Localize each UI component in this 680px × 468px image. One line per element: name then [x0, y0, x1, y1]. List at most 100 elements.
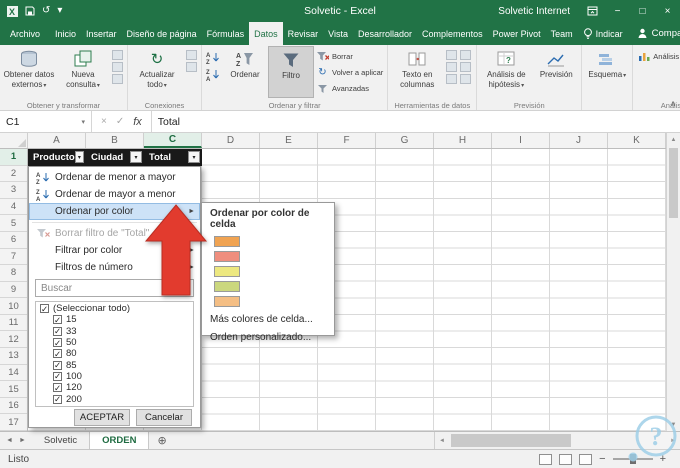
insert-function-icon[interactable]: fx — [133, 116, 142, 128]
filter-button[interactable]: Filtro — [268, 46, 314, 98]
page-layout-view-icon[interactable] — [559, 453, 573, 465]
column-header-i[interactable]: I — [492, 133, 550, 148]
text-to-columns-button[interactable]: Texto en columnas — [390, 46, 444, 98]
sheet-next-icon[interactable]: ► — [19, 437, 26, 444]
filter-value-item[interactable]: ✓ 80 — [36, 348, 193, 359]
flash-fill-icon[interactable] — [446, 50, 458, 60]
checkbox-checked[interactable]: ✓ — [53, 360, 62, 370]
column-header-f[interactable]: F — [318, 133, 376, 148]
relationships-icon[interactable] — [446, 74, 458, 84]
color-swatch-item-4[interactable] — [202, 279, 334, 294]
row-header-14[interactable]: 14 — [0, 365, 27, 382]
row-header-10[interactable]: 10 — [0, 298, 27, 315]
checkbox-checked[interactable]: ✓ — [53, 338, 62, 348]
checkbox-checked[interactable]: ✓ — [53, 394, 62, 404]
qat-customize-icon[interactable]: ▾ — [57, 6, 62, 16]
filter-value-item[interactable]: ✓ 50 — [36, 337, 193, 348]
row-header-13[interactable]: 13 — [0, 348, 27, 365]
column-header-h[interactable]: H — [434, 133, 492, 148]
column-header-k[interactable]: K — [608, 133, 666, 148]
filter-dropdown-button-a1[interactable]: ▾ — [74, 151, 84, 164]
color-swatch-item-2[interactable] — [202, 249, 334, 264]
refresh-all-button[interactable]: ↻ Actualizar todo▾ — [130, 46, 184, 98]
scroll-left-icon[interactable]: ◄ — [439, 432, 445, 449]
filter-dropdown-button-c1[interactable]: ▾ — [188, 151, 200, 164]
sheet-tab-orden[interactable]: ORDEN — [90, 432, 150, 449]
filter-value-item[interactable]: ✓ 15 — [36, 314, 193, 325]
scroll-up-icon[interactable]: ▲ — [667, 133, 680, 146]
more-cell-colors-item[interactable]: Más colores de celda... — [202, 311, 334, 327]
row-header-12[interactable]: 12 — [0, 331, 27, 349]
tab-complementos[interactable]: Complementos — [417, 22, 488, 45]
row-header-4[interactable]: 4 — [0, 199, 27, 216]
tell-me-button[interactable]: Indicar — [578, 22, 628, 45]
page-break-view-icon[interactable] — [579, 453, 593, 465]
column-header-g[interactable]: G — [376, 133, 434, 148]
collapse-ribbon-icon[interactable]: ∧ — [670, 99, 676, 108]
sheet-tab-solvetic[interactable]: Solvetic — [32, 432, 91, 449]
tab-desarrollador[interactable]: Desarrollador — [353, 22, 417, 45]
checkbox-checked[interactable]: ✓ — [53, 349, 62, 359]
sort-z-to-a-icon[interactable]: ZA — [205, 67, 221, 81]
show-queries-icon[interactable] — [112, 50, 123, 60]
checkbox-checked[interactable]: ✓ — [53, 315, 62, 325]
get-external-data-button[interactable]: Obtener datos externos▾ — [2, 46, 56, 98]
tab-revisar[interactable]: Revisar — [283, 22, 324, 45]
column-header-a[interactable]: A — [28, 133, 86, 148]
filter-value-item[interactable]: ✓ (Seleccionar todo) — [36, 303, 193, 314]
ribbon-display-options-icon[interactable] — [580, 0, 605, 22]
name-box[interactable]: C1 ▾ — [0, 111, 92, 132]
tab-archivo[interactable]: Archivo — [0, 22, 50, 45]
filter-values-list[interactable]: ✓ (Seleccionar todo) ✓ 15 ✓ 33 ✓ 50 ✓ 80 ✓ 85 ✓ 100 ✓ 1… — [35, 301, 194, 407]
outline-button[interactable]: Esquema▾ — [584, 46, 630, 98]
data-analysis-button[interactable]: Análisis de datos — [635, 49, 680, 64]
connection-properties-icon[interactable] — [186, 50, 197, 60]
what-if-analysis-button[interactable]: ? Análisis de hipótesis▾ — [479, 46, 533, 98]
advanced-filter-button[interactable]: Avanzadas — [314, 81, 385, 96]
tab-f-rmulas[interactable]: Fórmulas — [202, 22, 250, 45]
color-swatch-item-3[interactable] — [202, 264, 334, 279]
sort-a-to-z-icon[interactable]: AZ — [205, 50, 221, 64]
formula-input[interactable]: Total — [152, 111, 680, 132]
from-table-icon[interactable] — [112, 62, 123, 72]
tab-power-pivot[interactable]: Power Pivot — [488, 22, 546, 45]
clear-filter-button[interactable]: Borrar — [314, 49, 385, 64]
minimize-button[interactable]: − — [605, 0, 630, 22]
normal-view-icon[interactable] — [539, 453, 553, 465]
tab-team[interactable]: Team — [546, 22, 578, 45]
tab-datos[interactable]: Datos — [249, 22, 283, 45]
zoom-out-icon[interactable]: − — [599, 453, 605, 465]
custom-sort-item[interactable]: Orden personalizado... — [202, 329, 334, 345]
edit-links-icon[interactable] — [186, 62, 197, 72]
row-header-17[interactable]: 17 — [0, 414, 27, 431]
close-button[interactable]: × — [655, 0, 680, 22]
row-header-16[interactable]: 16 — [0, 398, 27, 415]
manage-data-model-icon[interactable] — [460, 74, 472, 84]
column-header-d[interactable]: D — [202, 133, 260, 148]
color-swatch-item-5[interactable] — [202, 294, 334, 309]
cell-b1[interactable]: Ciudad ▾ — [86, 149, 144, 166]
checkbox-checked[interactable]: ✓ — [53, 371, 62, 381]
row-header-3[interactable]: 3 — [0, 182, 27, 199]
filter-value-item[interactable]: ✓ 120 — [36, 382, 193, 393]
share-button[interactable]: Compartir — [628, 22, 680, 45]
data-validation-icon[interactable] — [446, 62, 458, 72]
row-header-9[interactable]: 9 — [0, 282, 27, 299]
filter-value-item[interactable]: ✓ 200 — [36, 393, 193, 405]
tab-insertar[interactable]: Insertar — [81, 22, 122, 45]
cell-c1[interactable]: Total ▾ — [144, 149, 202, 166]
cancel-entry-icon[interactable]: × — [101, 116, 107, 127]
filter-dropdown-button-b1[interactable]: ▾ — [130, 151, 142, 164]
recent-sources-icon[interactable] — [112, 74, 123, 84]
select-all-corner[interactable] — [0, 133, 28, 148]
filter-value-item[interactable]: ✓ 85 — [36, 359, 193, 371]
row-header-1[interactable]: 1 — [0, 149, 27, 166]
filter-value-item[interactable]: ✓ 100 — [36, 371, 193, 382]
maximize-button[interactable]: □ — [630, 0, 655, 22]
accept-button[interactable]: ACEPTAR — [74, 408, 130, 426]
sheet-prev-icon[interactable]: ◄ — [6, 437, 13, 444]
account-name[interactable]: Solvetic Internet — [498, 6, 570, 17]
remove-duplicates-icon[interactable] — [460, 50, 472, 60]
new-query-button[interactable]: Nueva consulta▾ — [56, 46, 110, 98]
vertical-scrollbar[interactable]: ▲ ▼ — [666, 133, 680, 431]
